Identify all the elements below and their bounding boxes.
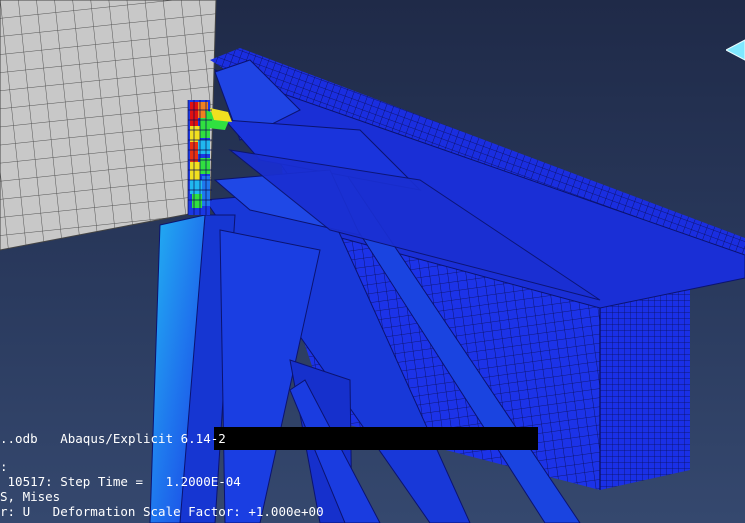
info-line-deformed-var: r: U Deformation Scale Factor: +1.000e+0… [0,504,324,519]
odb-filename: ..odb [0,431,38,446]
info-line-step-label: : [0,459,8,474]
info-line-odb: ..odb Abaqus/Explicit 6.14-2 [0,431,226,446]
redacted-info-bar [214,427,538,450]
gray-plate-mesh [0,0,217,251]
solver-version: Abaqus/Explicit 6.14-2 [60,431,226,446]
view-triad-arrow-icon[interactable] [726,38,745,62]
model-viewport[interactable]: ..odb Abaqus/Explicit 6.14-2 : 10517: St… [0,0,745,523]
beam-end-face [600,290,690,490]
info-line-primary-var: S, Mises [0,489,61,504]
info-line-increment: 10517: Step Time = 1.2000E-04 [0,474,241,489]
